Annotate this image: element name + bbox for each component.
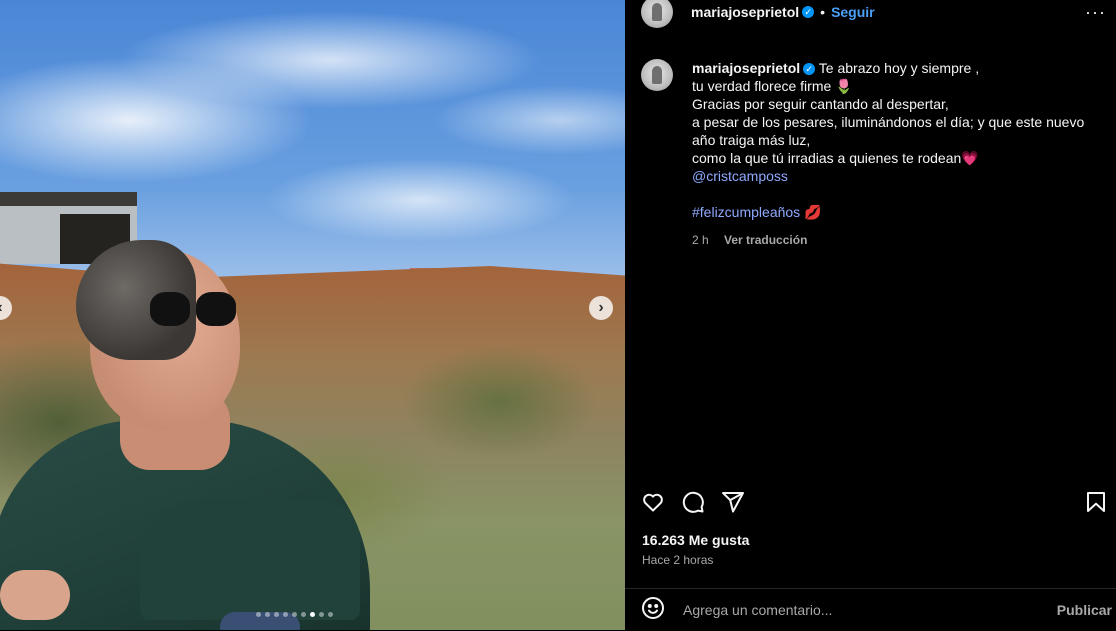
post-sidebar: mariajoseprietol ✓ • Seguir ··· mariajos…: [625, 0, 1116, 630]
caption-line: tu verdad florece firme: [692, 78, 832, 94]
tulip-emoji: 🌷: [835, 78, 853, 94]
header-separator: •: [820, 4, 826, 20]
comment-bar: Publicar: [625, 588, 1116, 631]
emoji-icon[interactable]: [641, 596, 665, 625]
verified-icon: ✓: [802, 6, 815, 18]
heart-icon[interactable]: [641, 490, 665, 514]
caption-meta: 2 h Ver traducción: [692, 231, 1097, 249]
caption-hashtag[interactable]: #felizcumpleaños: [692, 204, 800, 220]
caption-line: como la que tú irradias a quienes te rod…: [692, 150, 962, 166]
post-photo[interactable]: ‹ ›: [0, 0, 625, 630]
post-header: mariajoseprietol ✓ • Seguir: [641, 0, 875, 28]
comment-icon[interactable]: [681, 490, 705, 514]
caption-time[interactable]: 2 h: [692, 233, 709, 247]
caption-username[interactable]: mariajoseprietol: [692, 60, 800, 76]
photo-hand: [0, 570, 70, 620]
caption-line: a pesar de los pesares, iluminándonos el…: [692, 114, 1085, 148]
carousel-dot: [301, 612, 306, 617]
like-count[interactable]: 16.263 Me gusta: [642, 532, 749, 548]
verified-icon: ✓: [803, 63, 816, 76]
carousel-dot: [265, 612, 270, 617]
heart-emoji: 💗: [961, 150, 979, 166]
carousel-dot-active: [310, 612, 315, 617]
post-actions: [641, 490, 745, 514]
caption-line: Te abrazo hoy y siempre ,: [818, 60, 980, 76]
caption-mention[interactable]: @cristcamposs: [692, 168, 788, 184]
post-timestamp: Hace 2 horas: [642, 553, 714, 567]
caption-avatar[interactable]: [641, 59, 673, 91]
post-caption: mariajoseprietol ✓ Te abrazo hoy y siempr…: [692, 59, 1097, 249]
comment-input[interactable]: [681, 601, 1057, 619]
carousel-dot: [256, 612, 261, 617]
publish-button[interactable]: Publicar: [1057, 602, 1112, 618]
header-username[interactable]: mariajoseprietol: [691, 4, 799, 20]
caption-line: Gracias por seguir cantando al despertar…: [692, 96, 949, 112]
carousel-dot: [274, 612, 279, 617]
carousel-dot: [283, 612, 288, 617]
chevron-right-icon[interactable]: ›: [589, 296, 613, 320]
kiss-emoji: 💋: [804, 204, 822, 220]
photo-person: [0, 0, 625, 630]
share-icon[interactable]: [721, 490, 745, 514]
photo-arm: [140, 500, 360, 620]
bookmark-icon[interactable]: [1084, 490, 1108, 514]
carousel-dot: [319, 612, 324, 617]
more-options-icon[interactable]: ···: [1085, 2, 1106, 23]
translate-link[interactable]: Ver traducción: [724, 233, 807, 247]
carousel-dot: [328, 612, 333, 617]
photo-sunglasses: [150, 292, 236, 328]
carousel-dot: [292, 612, 297, 617]
avatar[interactable]: [641, 0, 673, 28]
carousel-indicator: [256, 612, 333, 617]
follow-button[interactable]: Seguir: [831, 4, 875, 20]
